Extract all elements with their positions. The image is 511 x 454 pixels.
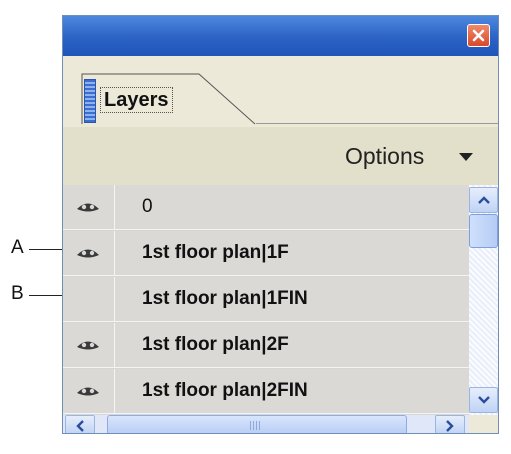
scroll-down-icon <box>478 396 490 404</box>
eye-icon <box>77 249 99 258</box>
scroll-left-icon <box>76 420 84 432</box>
layer-name: 1st floor plan|1F <box>142 242 289 263</box>
layer-name: 1st floor plan|2F <box>142 334 289 355</box>
scroll-left-button[interactable] <box>65 415 95 433</box>
layers-panel: Layers Options 0 1st floor plan|1F 1st f… <box>62 15 499 434</box>
dropdown-triangle-icon[interactable] <box>459 153 473 162</box>
scroll-down-button[interactable] <box>469 387 498 413</box>
vertical-scroll-thumb[interactable] <box>469 214 498 248</box>
layer-row[interactable]: 1st floor plan|2FIN <box>63 369 469 414</box>
layer-row[interactable]: 1st floor plan|1F <box>63 231 469 276</box>
callout-b-label: B <box>11 283 24 304</box>
visibility-toggle[interactable] <box>63 369 115 413</box>
scroll-grip-icon <box>250 421 262 430</box>
eye-icon <box>77 203 99 212</box>
tab-strip: Layers <box>63 56 498 127</box>
panel-titlebar[interactable] <box>63 16 498 56</box>
eye-icon <box>77 387 99 396</box>
scroll-up-button[interactable] <box>469 187 498 213</box>
layer-name: 1st floor plan|2FIN <box>142 380 308 401</box>
horizontal-scroll-thumb[interactable] <box>107 415 407 433</box>
layer-name: 0 <box>142 196 153 217</box>
scrollbar-corner <box>469 415 498 433</box>
layer-name: 1st floor plan|1FIN <box>142 288 308 309</box>
panel-grip-icon[interactable] <box>84 79 96 123</box>
visibility-toggle[interactable] <box>63 277 115 321</box>
close-button[interactable] <box>467 24 490 47</box>
callout-a-label: A <box>11 237 24 258</box>
visibility-toggle[interactable] <box>63 323 115 367</box>
close-x-icon <box>472 29 485 42</box>
visibility-toggle[interactable] <box>63 231 115 275</box>
tab-label: Layers <box>100 87 173 113</box>
options-bar: Options <box>63 127 498 185</box>
layer-row[interactable]: 1st floor plan|2F <box>63 323 469 368</box>
visibility-toggle[interactable] <box>63 185 115 229</box>
layer-row[interactable]: 0 <box>63 185 469 230</box>
vertical-scrollbar[interactable] <box>469 185 498 415</box>
scroll-right-button[interactable] <box>435 415 465 433</box>
layer-row[interactable]: 1st floor plan|1FIN <box>63 277 469 322</box>
tab-strip-divider <box>256 123 498 124</box>
horizontal-scrollbar[interactable] <box>63 415 469 433</box>
layer-list: 0 1st floor plan|1F 1st floor plan|1FIN <box>63 185 469 415</box>
eye-icon <box>77 341 99 350</box>
options-menu-button[interactable]: Options <box>345 143 424 170</box>
scroll-right-icon <box>446 420 454 432</box>
scroll-up-icon <box>478 196 490 204</box>
